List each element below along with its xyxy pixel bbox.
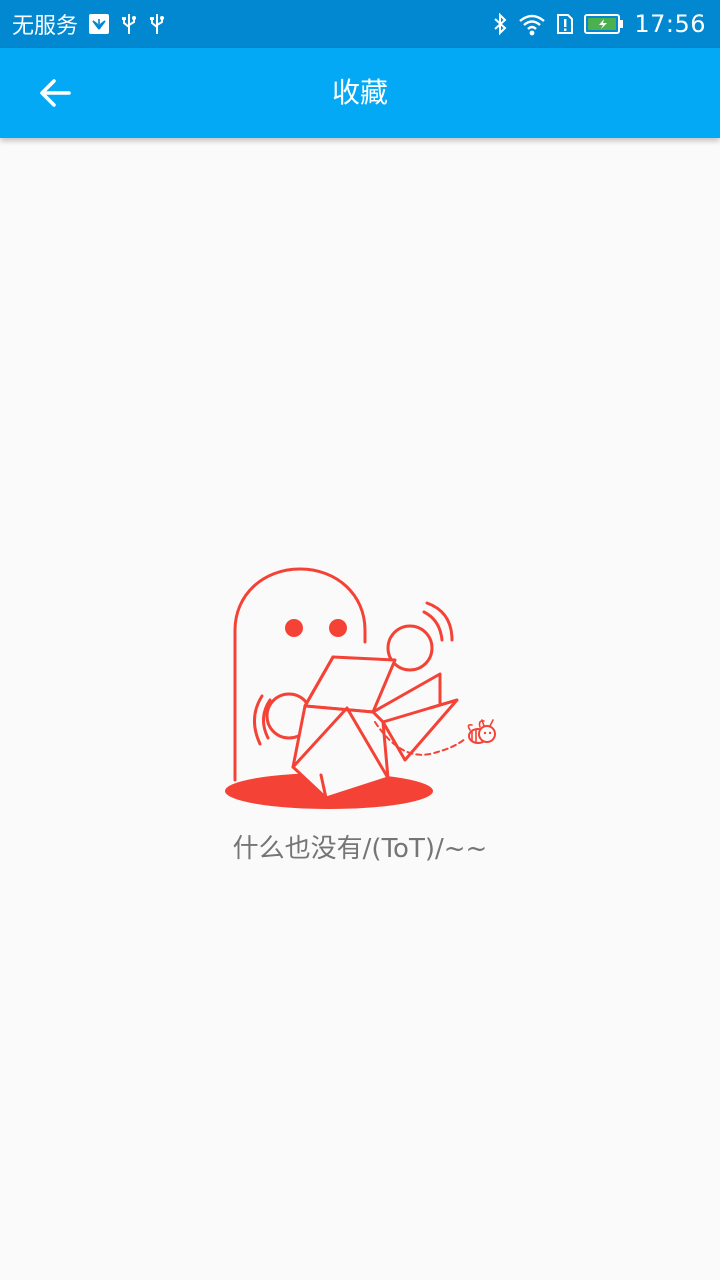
usb-icon (148, 12, 166, 36)
back-button[interactable] (26, 64, 84, 122)
empty-state-message: 什么也没有/(ToT)/~~ (232, 834, 488, 864)
ghost-opening-box-illustration (225, 567, 496, 809)
carrier-text: 无服务 (12, 14, 79, 39)
bluetooth-icon (492, 12, 508, 36)
status-right: 17:56 (492, 10, 706, 38)
wifi-icon (518, 12, 546, 36)
huawei-notification-icon (88, 13, 110, 35)
arrow-left-icon (40, 79, 71, 107)
status-bar: 无服务 17:56 (0, 0, 720, 48)
sim-alert-icon (556, 12, 574, 36)
app-bar: 收藏 (0, 48, 720, 138)
battery-charging-icon (584, 13, 624, 35)
usb-icon (120, 12, 138, 36)
status-left: 无服务 (12, 8, 166, 40)
page-title: 收藏 (331, 76, 388, 109)
clock-time: 17:56 (634, 10, 706, 38)
